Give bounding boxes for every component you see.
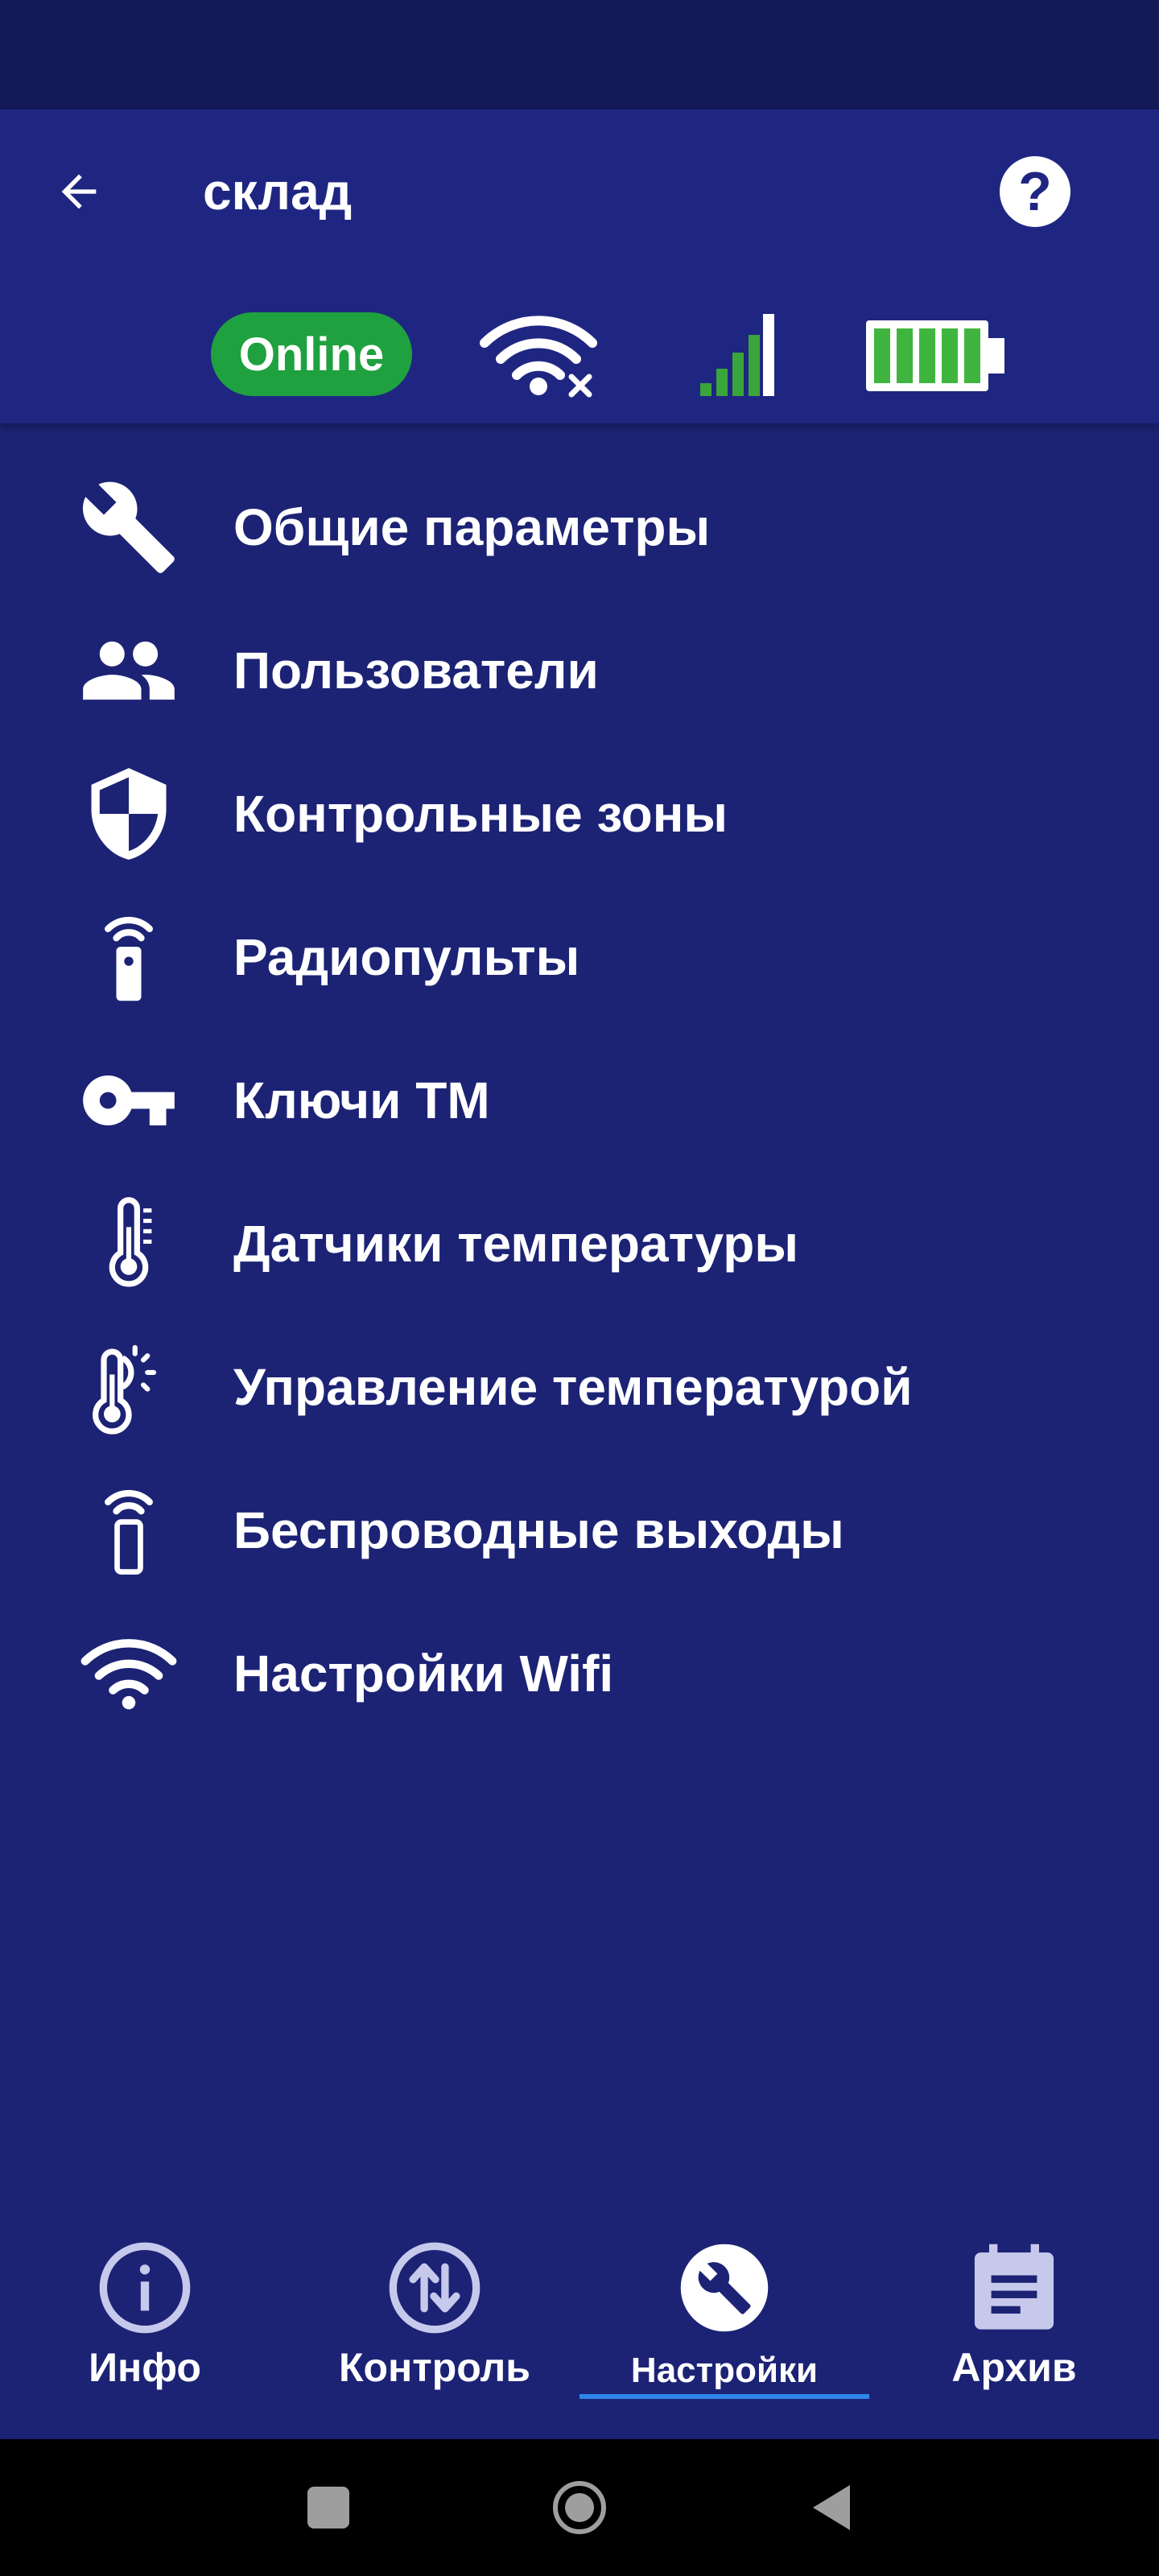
thermostat-icon bbox=[77, 1335, 180, 1439]
nav-tab-settings[interactable]: Настройки bbox=[580, 2214, 869, 2439]
menu-item-general-settings[interactable]: Общие параметры bbox=[0, 459, 1159, 596]
menu-item-label: Беспроводные выходы bbox=[233, 1501, 844, 1559]
wrench-icon bbox=[680, 2244, 769, 2332]
menu-item-wifi-settings[interactable]: Настройки Wifi bbox=[0, 1605, 1159, 1742]
menu-item-wireless-outputs[interactable]: Беспроводные выходы bbox=[0, 1462, 1159, 1599]
menu-item-tm-keys[interactable]: Ключи ТМ bbox=[0, 1032, 1159, 1169]
active-tab-indicator bbox=[580, 2394, 869, 2399]
menu-item-label: Управление температурой bbox=[233, 1358, 913, 1416]
bottom-navigation: Инфо Контроль Настройки Архив bbox=[0, 2214, 1159, 2439]
menu-item-users[interactable]: Пользователи bbox=[0, 602, 1159, 739]
triangle-left-icon bbox=[813, 2485, 850, 2530]
system-navigation-bar bbox=[0, 2439, 1159, 2576]
thermometer-icon bbox=[77, 1192, 180, 1295]
shield-icon bbox=[77, 762, 180, 865]
nav-tab-info[interactable]: Инфо bbox=[0, 2214, 290, 2439]
question-icon: ? bbox=[1018, 161, 1052, 222]
back-system-button[interactable] bbox=[774, 2439, 887, 2576]
menu-item-label: Датчики температуры bbox=[233, 1215, 798, 1273]
menu-item-label: Ключи ТМ bbox=[233, 1071, 490, 1129]
nav-tab-archive[interactable]: Архив bbox=[869, 2214, 1159, 2439]
users-icon bbox=[77, 619, 180, 722]
wifi-icon bbox=[77, 1622, 180, 1725]
nav-label: Инфо bbox=[89, 2345, 201, 2390]
wireless-device-icon bbox=[77, 1479, 180, 1582]
info-icon bbox=[99, 2242, 191, 2334]
menu-item-radio-remotes[interactable]: Радиопульты bbox=[0, 889, 1159, 1026]
back-button[interactable] bbox=[45, 158, 113, 225]
calendar-note-icon bbox=[974, 2244, 1054, 2330]
menu-item-label: Настройки Wifi bbox=[233, 1645, 614, 1703]
swap-arrows-icon bbox=[389, 2242, 481, 2334]
recents-button[interactable] bbox=[272, 2439, 385, 2576]
menu-item-temperature-sensors[interactable]: Датчики температуры bbox=[0, 1175, 1159, 1312]
menu-item-temperature-control[interactable]: Управление температурой bbox=[0, 1319, 1159, 1455]
arrow-left-icon bbox=[61, 174, 97, 209]
status-badge: Online bbox=[211, 312, 412, 396]
nav-label: Настройки bbox=[630, 2351, 819, 2390]
nav-label: Архив bbox=[951, 2345, 1077, 2390]
menu-item-label: Радиопульты bbox=[233, 928, 580, 986]
status-bar bbox=[0, 0, 1159, 109]
home-button[interactable] bbox=[523, 2439, 636, 2576]
nav-label: Контроль bbox=[338, 2345, 531, 2390]
page-title: склад bbox=[203, 163, 353, 221]
wifi-off-icon bbox=[480, 316, 597, 398]
cellular-signal-icon bbox=[700, 314, 774, 396]
menu-item-label: Общие параметры bbox=[233, 498, 711, 556]
wrench-icon bbox=[77, 476, 180, 579]
square-icon bbox=[307, 2487, 349, 2529]
nav-tab-control[interactable]: Контроль bbox=[290, 2214, 580, 2439]
remote-control-icon bbox=[77, 906, 180, 1009]
key-icon bbox=[77, 1049, 180, 1152]
menu-item-label: Контрольные зоны bbox=[233, 785, 728, 843]
menu-item-label: Пользователи bbox=[233, 642, 599, 700]
menu-item-control-zones[interactable]: Контрольные зоны bbox=[0, 745, 1159, 882]
help-button[interactable]: ? bbox=[1000, 156, 1070, 227]
circle-icon bbox=[553, 2481, 606, 2534]
battery-full-icon bbox=[866, 320, 1004, 391]
